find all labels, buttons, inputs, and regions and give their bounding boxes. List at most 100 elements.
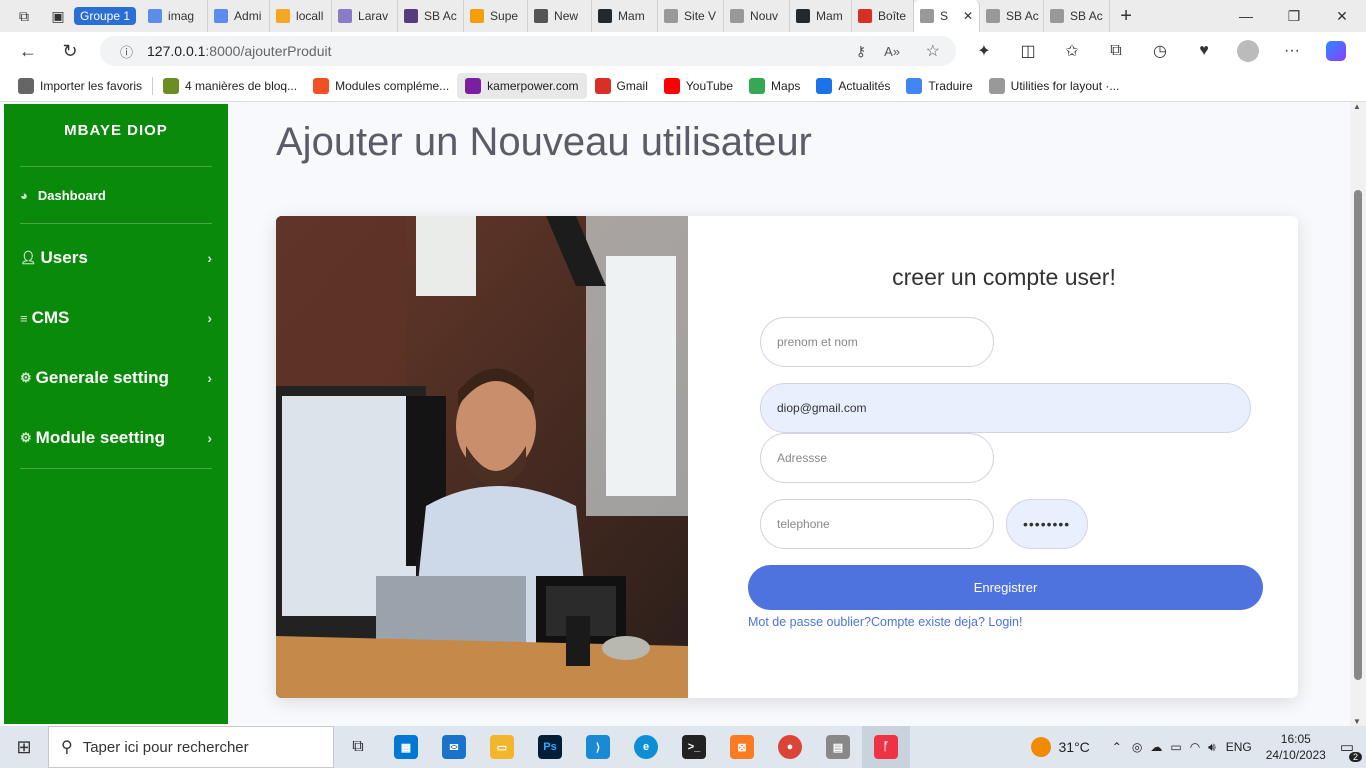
- browser-tab-label: Nouv: [750, 9, 779, 23]
- file-explorer-icon[interactable]: ▭: [478, 726, 526, 768]
- favorite-star-icon[interactable]: ☆: [926, 41, 940, 61]
- bookmark-item[interactable]: Actualités: [808, 73, 898, 99]
- browser-tab[interactable]: imag: [142, 0, 209, 32]
- restore-icon[interactable]: ❐: [1270, 0, 1318, 32]
- split-screen-icon[interactable]: ◫: [1008, 36, 1048, 66]
- browser-tab[interactable]: SB Ac: [980, 0, 1045, 32]
- notifications-icon[interactable]: ▭ 2: [1340, 738, 1362, 762]
- browser-tab[interactable]: SB Ac: [1044, 0, 1111, 32]
- sidebar-item-generale-setting[interactable]: ⚙ Generale setting ›: [4, 348, 228, 408]
- bookmark-item[interactable]: kamerpower.com: [457, 72, 587, 99]
- bookmark-item[interactable]: Importer les favoris: [10, 73, 150, 99]
- health-icon[interactable]: ♥: [1184, 36, 1224, 66]
- close-tab-icon[interactable]: ✕: [963, 9, 973, 23]
- battery-icon[interactable]: ▭: [1170, 740, 1181, 754]
- browser-tab[interactable]: Supe: [464, 0, 529, 32]
- bookmark-item[interactable]: Modules compléme...: [305, 73, 457, 99]
- cloud-icon[interactable]: ☁: [1150, 740, 1162, 754]
- browser-tab[interactable]: Site V: [658, 0, 725, 32]
- collections-icon[interactable]: ⧉: [1096, 36, 1136, 66]
- refresh-icon[interactable]: ↻: [52, 36, 88, 66]
- weather-temp[interactable]: 31°C: [1059, 739, 1090, 755]
- browser-tab[interactable]: Mam: [790, 0, 853, 32]
- close-window-icon[interactable]: ✕: [1318, 0, 1366, 32]
- browser-tab[interactable]: Mam: [592, 0, 659, 32]
- sidebar-item-dashboard[interactable]: ◕ Dashboard: [4, 167, 228, 223]
- page-scrollbar[interactable]: ▲ ▼: [1350, 102, 1366, 726]
- browser-tab[interactable]: SB Ac: [398, 0, 465, 32]
- store-icon[interactable]: ▦: [382, 726, 430, 768]
- register-button[interactable]: Enregistrer: [748, 565, 1263, 610]
- tab-actions-icon[interactable]: ▣: [48, 6, 68, 26]
- bookmark-item[interactable]: Gmail: [587, 73, 656, 99]
- sidebar-item-cms[interactable]: ≡ CMS ›: [4, 288, 228, 348]
- app-tool-icon[interactable]: ᚪ: [862, 726, 910, 768]
- more-icon[interactable]: ···: [1272, 36, 1312, 66]
- sidebar-brand[interactable]: MBAYE DIOP: [4, 104, 228, 166]
- translate-icon: [906, 77, 923, 94]
- language-indicator[interactable]: ENG: [1226, 740, 1252, 754]
- chrome-icon[interactable]: ●: [766, 726, 814, 768]
- scroll-down-icon[interactable]: ▼: [1353, 717, 1361, 726]
- browser-tab[interactable]: Nouv: [724, 0, 791, 32]
- task-view-icon[interactable]: ⧉: [334, 726, 382, 768]
- volume-icon[interactable]: 🔊︎: [1208, 740, 1216, 755]
- photoshop-icon[interactable]: Ps: [526, 726, 574, 768]
- login-links[interactable]: Mot de passe oublier?Compte existe deja?…: [748, 615, 1022, 629]
- phone-input[interactable]: [760, 499, 994, 549]
- history-icon[interactable]: ◷: [1140, 36, 1180, 66]
- read-aloud-icon[interactable]: A»: [884, 44, 900, 59]
- bookmark-item[interactable]: Utilities for layout ·...: [981, 73, 1128, 99]
- name-input[interactable]: [760, 317, 994, 367]
- new-tab-icon[interactable]: +: [1116, 5, 1136, 27]
- tray-chevron-icon[interactable]: ⌃: [1112, 740, 1122, 754]
- taskbar-search[interactable]: ⚲ Taper ici pour rechercher: [48, 726, 334, 768]
- sidebar-item-label: Dashboard: [37, 187, 106, 203]
- browser-tab-bar: ⧉ ▣ Groupe 1 imag Admi locall Larav SB Ac Sup…: [0, 0, 1366, 32]
- wikihow-icon: [163, 77, 180, 94]
- tab-group-label[interactable]: Groupe 1: [74, 7, 137, 25]
- bookmark-item[interactable]: 4 manières de bloq...: [155, 73, 305, 99]
- edge-icon[interactable]: e: [622, 726, 670, 768]
- browser-tab-label: Larav: [358, 9, 389, 23]
- browser-tab[interactable]: Boîte: [852, 0, 915, 32]
- terminal-icon[interactable]: >_: [670, 726, 718, 768]
- address-input[interactable]: [760, 433, 994, 483]
- back-icon[interactable]: ←: [10, 36, 46, 66]
- windows-start-icon[interactable]: ⊞: [0, 726, 48, 768]
- bookmark-item[interactable]: Maps: [741, 73, 808, 99]
- minimize-icon[interactable]: —: [1222, 0, 1270, 32]
- meet-icon[interactable]: ◎: [1132, 740, 1142, 754]
- sidebar-item-users[interactable]: 👤︎ Users ›: [4, 228, 228, 288]
- sidebar-item-module-seetting[interactable]: ⚙ Module seetting ›: [4, 408, 228, 468]
- extensions-icon[interactable]: ✦: [964, 36, 1004, 66]
- password-input[interactable]: [1006, 499, 1088, 549]
- bookmark-item[interactable]: Traduire: [898, 73, 980, 99]
- wifi-icon[interactable]: ◠: [1190, 740, 1200, 754]
- bookmark-item[interactable]: YouTube: [656, 73, 741, 99]
- weather-icon[interactable]: [1030, 737, 1051, 757]
- chevron-right-icon: ›: [207, 370, 212, 386]
- xampp-icon[interactable]: ⊠: [718, 726, 766, 768]
- key-icon[interactable]: ⚷: [856, 43, 866, 60]
- favorites-icon[interactable]: ✩: [1052, 36, 1092, 66]
- clock[interactable]: 16:05 24/10/2023: [1258, 731, 1334, 763]
- url-field[interactable]: ⓘ 127.0.0.1:8000/ajouterProduit ⚷ A» ☆: [100, 36, 956, 66]
- vscode-icon[interactable]: ⟩: [574, 726, 622, 768]
- browser-tab[interactable]: New: [528, 0, 593, 32]
- scrollbar-thumb[interactable]: [1354, 190, 1362, 680]
- browser-tab[interactable]: Larav: [332, 0, 399, 32]
- app-window-icon[interactable]: ▤: [814, 726, 862, 768]
- page-icon: [988, 77, 1005, 94]
- workspaces-icon[interactable]: ⧉: [14, 6, 34, 26]
- email-input[interactable]: [760, 383, 1251, 433]
- browser-tab[interactable]: Admi: [208, 0, 271, 32]
- copilot-icon[interactable]: [1316, 36, 1356, 66]
- scroll-up-icon[interactable]: ▲: [1353, 102, 1361, 111]
- browser-tab[interactable]: S ✕: [914, 0, 981, 32]
- mail-icon[interactable]: ✉: [430, 726, 478, 768]
- profile-avatar[interactable]: [1228, 36, 1268, 66]
- browser-tab[interactable]: locall: [270, 0, 333, 32]
- info-icon[interactable]: ⓘ: [120, 42, 133, 61]
- browser-tab-label: Site V: [684, 9, 717, 23]
